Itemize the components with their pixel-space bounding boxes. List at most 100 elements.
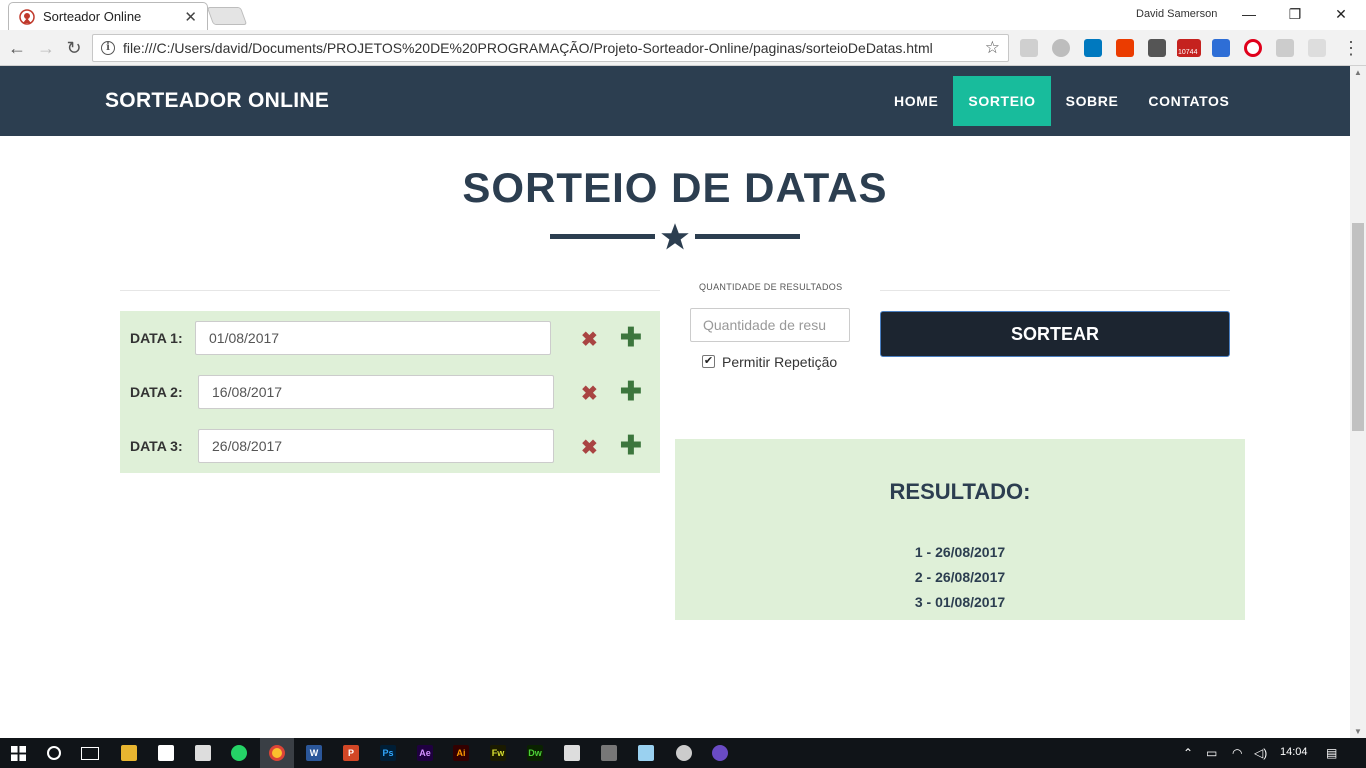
app-icon[interactable] bbox=[564, 745, 580, 761]
scroll-down-icon[interactable]: ▼ bbox=[1354, 727, 1362, 736]
separator-right bbox=[880, 290, 1230, 291]
page-scrollbar[interactable]: ▲ ▼ bbox=[1350, 66, 1366, 738]
after-effects-icon[interactable]: Ae bbox=[417, 745, 433, 761]
allow-repeat-checkbox[interactable]: ✔ bbox=[702, 355, 715, 368]
date-row: DATA 2: 16/08/2017 ✖ ✚ bbox=[120, 375, 660, 409]
trello-icon[interactable] bbox=[1084, 39, 1102, 57]
back-arrow-icon[interactable]: ← bbox=[6, 37, 28, 59]
windows-taskbar: W P Ps Ae Ai Fw Dw ⌃ ▭ ◠ ◁) 14:04 ▤ bbox=[0, 738, 1366, 768]
remove-date-icon[interactable]: ✖ bbox=[581, 435, 598, 460]
chrome-icon[interactable] bbox=[269, 745, 285, 761]
minimize-button[interactable]: — bbox=[1226, 3, 1272, 25]
date-label: DATA 2: bbox=[130, 384, 183, 400]
nav-links: HOME SORTEIO SOBRE CONTATOS bbox=[879, 76, 1244, 126]
forward-arrow-icon[interactable]: → bbox=[35, 37, 57, 59]
wifi-icon[interactable]: ◠ bbox=[1232, 746, 1242, 760]
mail-icon[interactable] bbox=[1148, 39, 1166, 57]
app-icon[interactable] bbox=[676, 745, 692, 761]
restore-button[interactable]: ❐ bbox=[1272, 3, 1318, 25]
nav-sorteio[interactable]: SORTEIO bbox=[953, 76, 1051, 126]
extension-star-icon[interactable] bbox=[1308, 39, 1326, 57]
result-title: RESULTADO: bbox=[889, 479, 1031, 504]
date-row: DATA 1: 01/08/2017 ✖ ✚ bbox=[120, 321, 660, 355]
whatsapp-icon[interactable] bbox=[231, 745, 247, 761]
extension-puzzle-icon[interactable] bbox=[1020, 39, 1038, 57]
date-input[interactable]: 26/08/2017 bbox=[198, 429, 554, 463]
word-icon[interactable]: W bbox=[306, 745, 322, 761]
battery-icon[interactable]: ▭ bbox=[1206, 746, 1217, 760]
divider-line-left bbox=[550, 234, 655, 239]
browser-toolbar: ← → ↻ i file:///C:/Users/david/Documents… bbox=[0, 30, 1366, 66]
date-input[interactable]: 01/08/2017 bbox=[195, 321, 551, 355]
new-tab-button[interactable] bbox=[206, 7, 248, 25]
opera-icon[interactable] bbox=[1244, 39, 1262, 57]
remove-date-icon[interactable]: ✖ bbox=[581, 327, 598, 352]
extension-diamond-icon[interactable] bbox=[1212, 39, 1230, 57]
browser-tab[interactable]: Sorteador Online ✕ bbox=[8, 2, 208, 30]
allow-repeat-label[interactable]: Permitir Repetição bbox=[722, 354, 837, 370]
sorteador-favicon-icon bbox=[19, 8, 35, 25]
task-view-icon[interactable] bbox=[81, 747, 99, 760]
office-icon[interactable] bbox=[1116, 39, 1134, 57]
powerpoint-icon[interactable]: P bbox=[343, 745, 359, 761]
nav-sobre[interactable]: SOBRE bbox=[1051, 76, 1134, 126]
quantity-input[interactable]: Quantidade de resu bbox=[690, 308, 850, 342]
nav-contatos[interactable]: CONTATOS bbox=[1133, 76, 1244, 126]
fireworks-icon[interactable]: Fw bbox=[490, 745, 506, 761]
separator-left bbox=[120, 290, 660, 291]
date-input[interactable]: 16/08/2017 bbox=[198, 375, 554, 409]
extension-gear-icon[interactable] bbox=[1052, 39, 1070, 57]
date-row: DATA 3: 26/08/2017 ✖ ✚ bbox=[120, 429, 660, 463]
quantity-label: QUANTIDADE DE RESULTADOS bbox=[699, 282, 843, 292]
result-panel: RESULTADO: 1 - 26/08/2017 2 - 26/08/2017… bbox=[675, 439, 1245, 620]
tab-close-icon[interactable]: ✕ bbox=[184, 8, 197, 26]
divider-line-right bbox=[695, 234, 800, 239]
cortana-icon[interactable] bbox=[47, 746, 61, 760]
bookmark-star-icon[interactable]: ☆ bbox=[985, 38, 1000, 58]
info-icon[interactable]: i bbox=[101, 41, 115, 55]
page-title: SORTEIO DE DATAS bbox=[462, 164, 888, 211]
dreamweaver-icon[interactable]: Dw bbox=[527, 745, 543, 761]
result-item: 3 - 01/08/2017 bbox=[914, 594, 1006, 610]
browser-tabstrip: Sorteador Online ✕ David Samerson — ❐ ✕ bbox=[0, 0, 1366, 30]
date-label: DATA 1: bbox=[130, 330, 183, 346]
tab-title: Sorteador Online bbox=[43, 9, 142, 24]
app-icon[interactable] bbox=[638, 745, 654, 761]
site-brand[interactable]: SORTEADOR ONLINE bbox=[105, 89, 329, 113]
result-item: 2 - 26/08/2017 bbox=[914, 569, 1006, 585]
remove-date-icon[interactable]: ✖ bbox=[581, 381, 598, 406]
app-icon[interactable] bbox=[712, 745, 728, 761]
illustrator-icon[interactable]: Ai bbox=[453, 745, 469, 761]
windows-start-icon[interactable] bbox=[11, 746, 26, 761]
chrome-menu-icon[interactable]: ⋮ bbox=[1340, 37, 1362, 59]
mail-app-icon[interactable] bbox=[195, 745, 211, 761]
site-navbar: SORTEADOR ONLINE HOME SORTEIO SOBRE CONT… bbox=[0, 66, 1350, 136]
tray-chevron-icon[interactable]: ⌃ bbox=[1183, 746, 1193, 760]
taskbar-clock[interactable]: 14:04 bbox=[1280, 746, 1308, 758]
add-date-icon[interactable]: ✚ bbox=[620, 376, 642, 407]
address-bar[interactable]: i file:///C:/Users/david/Documents/PROJE… bbox=[92, 34, 1009, 62]
nav-home[interactable]: HOME bbox=[879, 76, 953, 126]
url-text[interactable]: file:///C:/Users/david/Documents/PROJETO… bbox=[123, 40, 985, 56]
windows-user-name: David Samerson bbox=[1136, 8, 1218, 20]
gmail-count-badge: 10744 bbox=[1177, 49, 1199, 56]
scrollbar-thumb[interactable] bbox=[1352, 223, 1364, 431]
star-icon bbox=[661, 223, 689, 250]
volume-icon[interactable]: ◁) bbox=[1254, 746, 1267, 760]
sortear-button[interactable]: SORTEAR bbox=[880, 311, 1230, 357]
extension-bag-icon[interactable] bbox=[1276, 39, 1294, 57]
dates-panel: DATA 1: 01/08/2017 ✖ ✚ DATA 2: 16/08/201… bbox=[120, 311, 660, 473]
date-label: DATA 3: bbox=[130, 438, 183, 454]
photoshop-icon[interactable]: Ps bbox=[380, 745, 396, 761]
notifications-icon[interactable]: ▤ bbox=[1326, 746, 1337, 760]
store-icon[interactable] bbox=[158, 745, 174, 761]
reload-icon[interactable]: ↻ bbox=[63, 37, 85, 59]
gmail-icon[interactable]: 10744 bbox=[1177, 39, 1201, 57]
add-date-icon[interactable]: ✚ bbox=[620, 322, 642, 353]
add-date-icon[interactable]: ✚ bbox=[620, 430, 642, 461]
scroll-up-icon[interactable]: ▲ bbox=[1354, 68, 1362, 77]
file-explorer-icon[interactable] bbox=[121, 745, 137, 761]
close-window-button[interactable]: ✕ bbox=[1318, 3, 1364, 25]
app-icon[interactable] bbox=[601, 745, 617, 761]
result-item: 1 - 26/08/2017 bbox=[914, 544, 1006, 560]
